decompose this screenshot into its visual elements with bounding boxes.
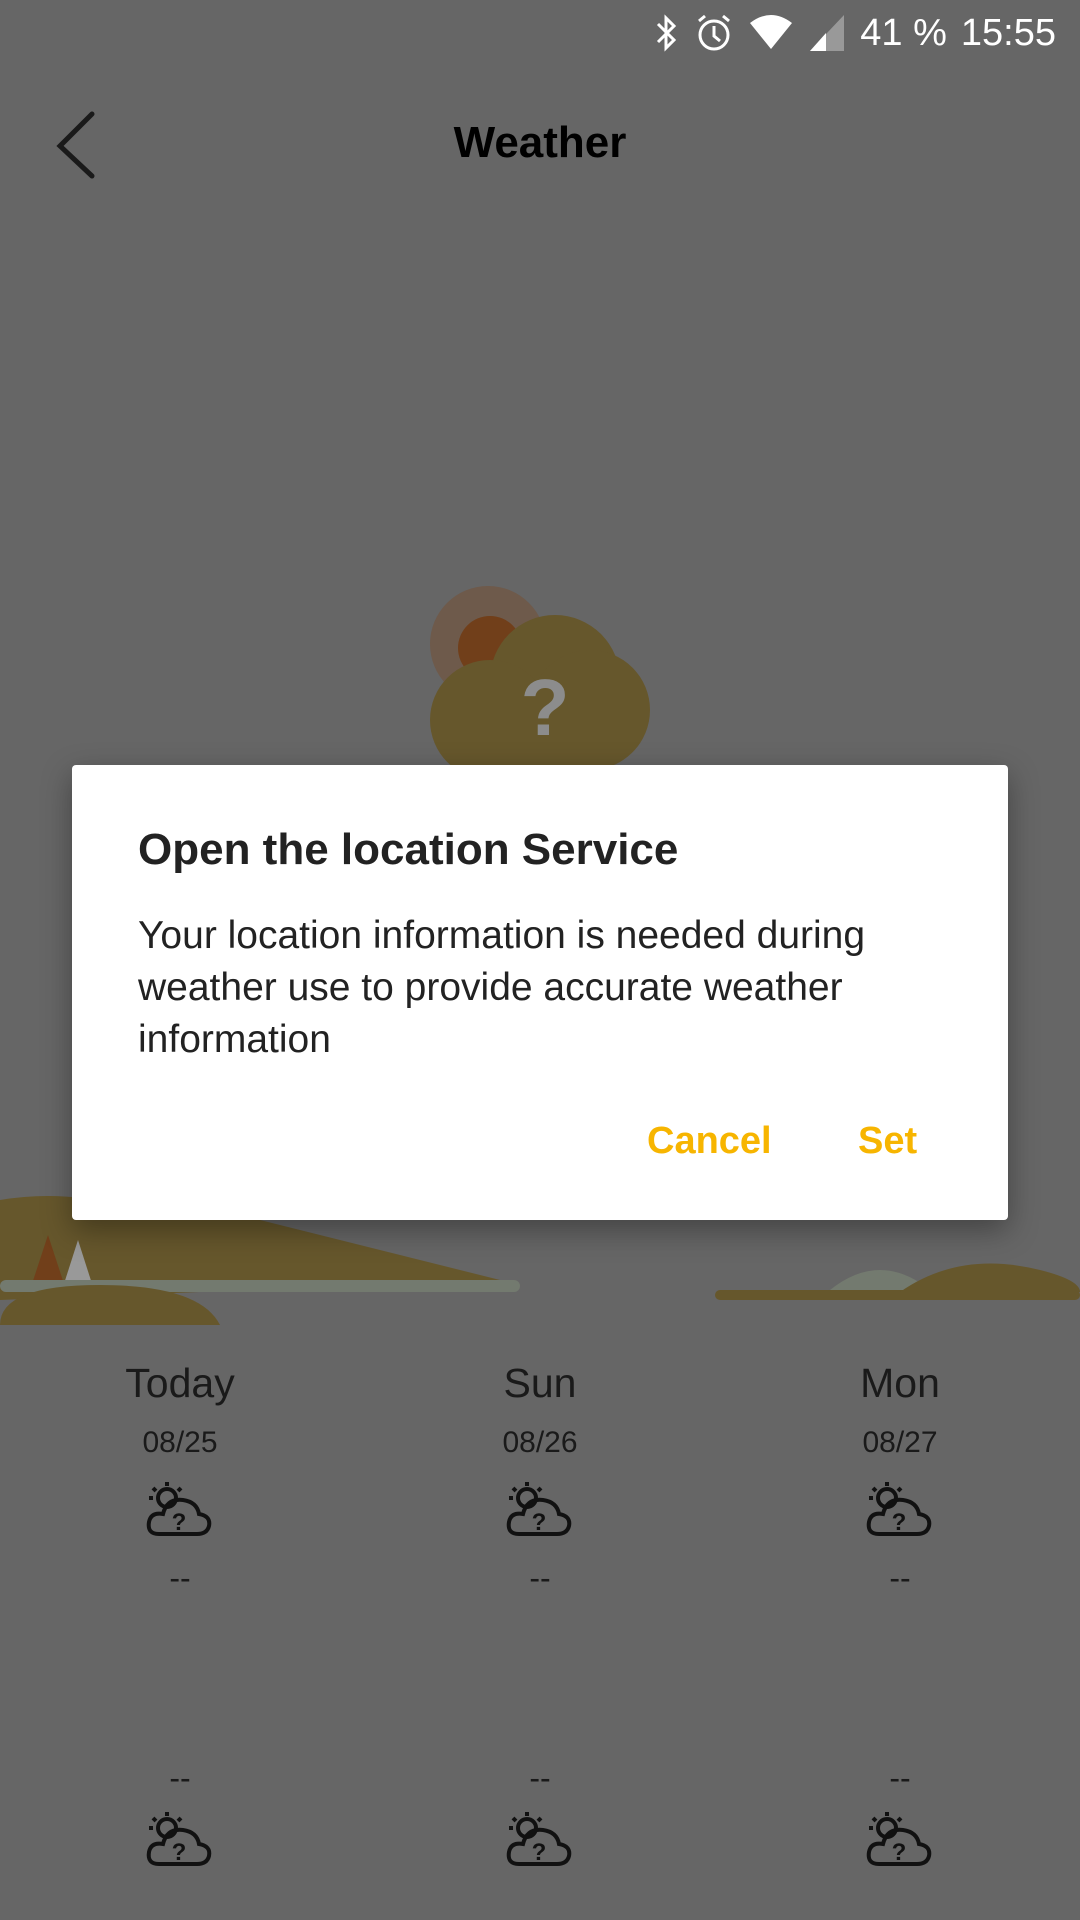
unknown-weather-icon: ? [720,1480,1080,1550]
battery-percent: 41 % [860,11,947,54]
svg-text:?: ? [532,1509,547,1536]
dialog-message: Your location information is needed duri… [138,914,866,1061]
forecast-list: Today 08/25 ? -- -- ? Sun 08/26 ? -- -- … [0,1360,1080,1880]
status-bar: 41 % 15:55 [654,0,1056,66]
high-temp: -- [529,1560,551,1596]
location-dialog: Open the location Service Your location … [72,765,1008,1220]
day-label: Today [125,1360,235,1406]
unknown-weather-icon: ? [360,1480,720,1550]
svg-text:?: ? [172,1839,187,1866]
clock: 15:55 [960,11,1056,54]
forecast-day[interactable]: Today 08/25 ? -- -- ? [0,1360,360,1880]
low-temp: -- [529,1760,551,1796]
date-label: 08/26 [502,1426,578,1459]
date-label: 08/27 [862,1426,938,1459]
high-temp: -- [169,1560,191,1596]
alarm-icon [698,14,731,51]
bluetooth-icon [657,14,677,52]
day-label: Sun [503,1360,577,1406]
cancel-button[interactable]: Cancel [647,1120,772,1163]
unknown-weather-icon: ? [0,1480,360,1550]
low-temp: -- [889,1760,911,1796]
unknown-weather-icon: ? [720,1810,1080,1880]
svg-text:?: ? [532,1839,547,1866]
svg-text:?: ? [521,663,570,752]
date-label: 08/25 [142,1426,218,1459]
dialog-title: Open the location Service [138,825,679,874]
unknown-weather-icon: ? [0,1810,360,1880]
svg-text:?: ? [172,1509,187,1536]
signal-icon [810,15,845,51]
svg-text:?: ? [892,1509,907,1536]
low-temp: -- [169,1760,191,1796]
set-button[interactable]: Set [858,1120,917,1163]
page-title: Weather [453,118,627,167]
forecast-day[interactable]: Mon 08/27 ? -- -- ? [720,1360,1080,1880]
unknown-weather-icon: ? [360,1810,720,1880]
wifi-icon [750,15,793,49]
high-temp: -- [889,1560,911,1596]
svg-text:?: ? [892,1839,907,1866]
day-label: Mon [860,1360,940,1406]
forecast-day[interactable]: Sun 08/26 ? -- -- ? [360,1360,720,1880]
